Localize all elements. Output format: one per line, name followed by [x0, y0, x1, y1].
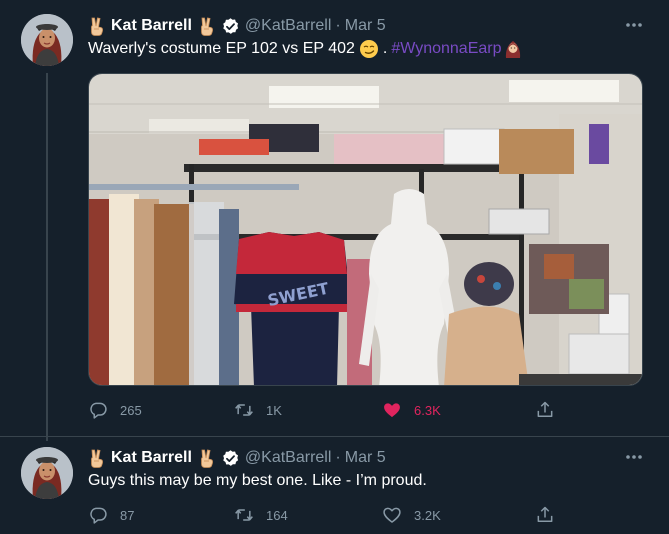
like-count: 3.2K — [414, 507, 441, 523]
share-icon — [535, 400, 555, 420]
retweet-count: 164 — [266, 507, 288, 523]
woman-icon — [504, 39, 522, 59]
separator-dot: · — [335, 17, 341, 34]
tweet-actions: 87 164 3.2K — [88, 504, 643, 526]
tweet-media-image[interactable]: SWEET — [88, 73, 643, 386]
separator-dot: · — [335, 449, 341, 466]
reply-icon — [88, 400, 108, 420]
avatar[interactable] — [21, 447, 73, 499]
retweet-button[interactable]: 164 — [234, 504, 288, 526]
tweet-header: Kat Barrell @KatBarrell · Mar 5 — [88, 447, 386, 469]
share-button[interactable] — [535, 504, 555, 526]
heart-filled-icon — [382, 400, 402, 420]
victory-hand-icon — [198, 449, 215, 468]
reply-icon — [88, 505, 108, 525]
reply-count: 87 — [120, 507, 135, 523]
more-icon — [625, 454, 643, 460]
retweet-icon — [234, 400, 254, 420]
author-handle[interactable]: @KatBarrell — [245, 17, 332, 35]
text-period: . — [382, 40, 388, 57]
thread-connector-line — [46, 73, 48, 441]
author-name[interactable]: Kat Barrell — [111, 449, 192, 467]
avatar[interactable] — [21, 14, 73, 66]
tweet-text: Guys this may be my best one. Like - I’m… — [88, 469, 427, 493]
costume-photo: SWEET — [89, 74, 642, 385]
smirking-face-icon — [359, 39, 379, 59]
tweet-date[interactable]: Mar 5 — [345, 449, 386, 467]
hashtag-link[interactable]: #WynonnaEarp — [391, 40, 501, 58]
victory-hand-icon — [198, 17, 215, 36]
more-options-button[interactable] — [624, 15, 644, 35]
more-options-button[interactable] — [624, 447, 644, 467]
author-handle[interactable]: @KatBarrell — [245, 449, 332, 467]
more-icon — [625, 22, 643, 28]
like-button[interactable]: 3.2K — [382, 504, 441, 526]
reply-count: 265 — [120, 402, 142, 418]
verified-badge-icon — [221, 449, 240, 468]
victory-hand-icon — [88, 449, 105, 468]
tweet-date[interactable]: Mar 5 — [345, 17, 386, 35]
avatar-image — [21, 14, 73, 66]
tweet-actions: 265 1K 6.3K — [88, 399, 643, 421]
retweet-icon — [234, 505, 254, 525]
tweet-text: Waverly's costume EP 102 vs EP 402 . #Wy… — [88, 37, 522, 61]
tweet-text-body: Waverly's costume EP 102 vs EP 402 — [88, 40, 355, 57]
share-icon — [535, 505, 555, 525]
victory-hand-icon — [88, 17, 105, 36]
heart-icon — [382, 505, 402, 525]
avatar-image — [21, 447, 73, 499]
like-count: 6.3K — [414, 402, 441, 418]
like-button[interactable]: 6.3K — [382, 399, 441, 421]
tweet-divider — [0, 436, 669, 437]
author-name[interactable]: Kat Barrell — [111, 17, 192, 35]
tweet-header: Kat Barrell @KatBarrell · Mar 5 — [88, 15, 386, 37]
reply-button[interactable]: 87 — [88, 504, 134, 526]
tweet-text-body: Guys this may be my best one. Like - I’m… — [88, 472, 427, 489]
share-button[interactable] — [535, 399, 555, 421]
verified-badge-icon — [221, 17, 240, 36]
reply-button[interactable]: 265 — [88, 399, 142, 421]
retweet-count: 1K — [266, 402, 282, 418]
retweet-button[interactable]: 1K — [234, 399, 282, 421]
